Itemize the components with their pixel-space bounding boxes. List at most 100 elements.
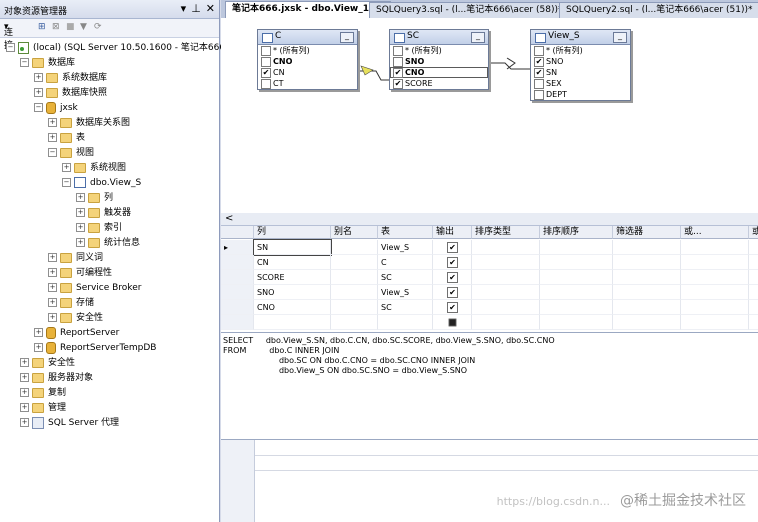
tree-node[interactable]: + 管理 [20,401,66,415]
grid-header[interactable]: 或 [749,226,758,239]
expand-icon[interactable]: + [48,283,57,292]
expand-icon[interactable]: + [20,373,29,382]
expand-icon[interactable]: + [48,268,57,277]
tree-node[interactable]: + 统计信息 [76,236,140,250]
expand-icon[interactable]: + [34,73,43,82]
grid-cell[interactable] [472,315,540,330]
column-checkbox[interactable] [393,57,403,67]
grid-header[interactable]: 别名 [331,226,378,239]
grid-row-selector[interactable] [221,285,254,300]
grid-cell[interactable] [613,240,681,255]
grid-cell[interactable]: SCORE [254,270,331,285]
grid-cell[interactable]: SNO [254,285,331,300]
grid-cell[interactable] [681,270,749,285]
output-checkbox[interactable]: ✔ [447,272,458,283]
grid-cell[interactable] [331,300,378,315]
expand-icon[interactable]: + [20,403,29,412]
tree-node[interactable]: + ReportServerTempDB [34,341,156,355]
tree-node[interactable]: − dbo.View_S [62,176,141,190]
column-checkbox[interactable] [534,79,544,89]
expand-icon[interactable]: + [76,208,85,217]
tree-node[interactable]: − jxsk [34,101,78,115]
tree-node[interactable]: + 数据库关系图 [48,116,130,130]
grid-cell[interactable]: SC [378,270,433,285]
table-column[interactable]: ✔ CN [258,67,357,78]
connect-icon[interactable]: ⊞ [38,22,46,32]
table-column[interactable]: CT [258,78,357,89]
grid-cell[interactable] [540,300,613,315]
grid-row-selector[interactable] [221,270,254,285]
column-checkbox[interactable]: ✔ [393,79,403,89]
tree-node[interactable]: + 索引 [76,221,122,235]
expand-icon[interactable]: + [34,88,43,97]
tree-node[interactable]: + 服务器对象 [20,371,93,385]
expand-icon[interactable]: + [20,388,29,397]
table-column[interactable]: ✔ SCORE [390,78,488,89]
expand-icon[interactable]: + [48,253,57,262]
grid-cell[interactable] [331,285,378,300]
pin-icon[interactable]: ⊥ [191,2,201,15]
column-checkbox[interactable]: ✔ [261,68,271,78]
expand-icon[interactable]: + [20,418,29,427]
collapse-icon[interactable]: − [6,43,15,52]
table-column[interactable]: ✔ CNO [390,67,488,78]
grid-cell[interactable] [540,285,613,300]
tree-node[interactable]: + 同义词 [48,251,103,265]
grid-cell[interactable]: ✔ [433,255,472,270]
refresh-icon[interactable]: ⟳ [94,22,102,32]
grid-cell[interactable] [540,270,613,285]
collapse-icon[interactable]: − [62,178,71,187]
output-checkbox[interactable]: ✔ [447,257,458,268]
grid-cell[interactable] [540,240,613,255]
grid-cell[interactable]: C [378,255,433,270]
tree-node[interactable]: + 可编程性 [48,266,112,280]
criteria-grid[interactable]: 列别名表输出 排序类型 排序顺序 筛选器 或... 或 ▸ SN View_S ✔ CN C ✔ SCO… [221,226,758,333]
grid-cell[interactable]: SN [253,239,332,256]
grid-cell[interactable] [540,315,613,330]
tree-node[interactable]: + 系统数据库 [34,71,107,85]
grid-cell[interactable] [613,255,681,270]
column-checkbox[interactable] [261,57,271,67]
grid-cell[interactable] [681,240,749,255]
tree-node[interactable]: + 复制 [20,386,66,400]
collapse-icon[interactable]: − [34,103,43,112]
output-checkbox[interactable] [448,318,457,327]
tab-view-designer[interactable]: 笔记本666.jxsk - dbo.View_1* ✕ [225,1,392,19]
column-checkbox[interactable]: ✔ [534,57,544,67]
disconnect-icon[interactable]: ⊠ [52,22,60,32]
tab-sqlquery2[interactable]: SQLQuery2.sql - (l...笔记本666\acer (51))* [559,2,758,18]
grid-cell[interactable] [681,285,749,300]
table-column[interactable]: SNO [390,56,488,67]
column-checkbox[interactable] [261,46,271,56]
grid-cell[interactable] [433,315,472,330]
grid-cell[interactable] [613,315,681,330]
table-column[interactable]: DEPT [531,89,630,100]
output-checkbox[interactable]: ✔ [447,287,458,298]
grid-cell[interactable] [331,270,378,285]
grid-cell[interactable]: CNO [254,300,331,315]
grid-row-selector[interactable] [221,255,254,270]
stop-icon[interactable]: ■ [66,22,75,32]
grid-header[interactable]: 列 [254,226,331,239]
minimize-icon[interactable]: _ [613,32,627,43]
expand-icon[interactable]: + [34,343,43,352]
column-checkbox[interactable]: ✔ [534,68,544,78]
grid-cell[interactable] [472,285,540,300]
output-checkbox[interactable]: ✔ [447,302,458,313]
filter-icon[interactable]: ▼ [80,22,87,32]
expand-icon[interactable]: + [20,358,29,367]
table-column[interactable]: ✔ SNO [531,56,630,67]
tree-node[interactable]: − 视图 [48,146,94,160]
table-column[interactable]: * (所有列) [390,45,488,56]
panel-controls[interactable]: ▾ ⊥ ✕ [176,2,215,15]
column-checkbox[interactable] [261,79,271,89]
table-column[interactable]: CNO [258,56,357,67]
grid-cell[interactable] [331,240,378,255]
tree-node[interactable]: + 表 [48,131,85,145]
grid-header[interactable]: 筛选器 [613,226,681,239]
tree-node[interactable]: + 存储 [48,296,94,310]
minimize-icon[interactable]: _ [471,32,485,43]
grid-cell[interactable]: ✔ [433,300,472,315]
grid-cell[interactable] [472,255,540,270]
grid-cell[interactable]: CN [254,255,331,270]
